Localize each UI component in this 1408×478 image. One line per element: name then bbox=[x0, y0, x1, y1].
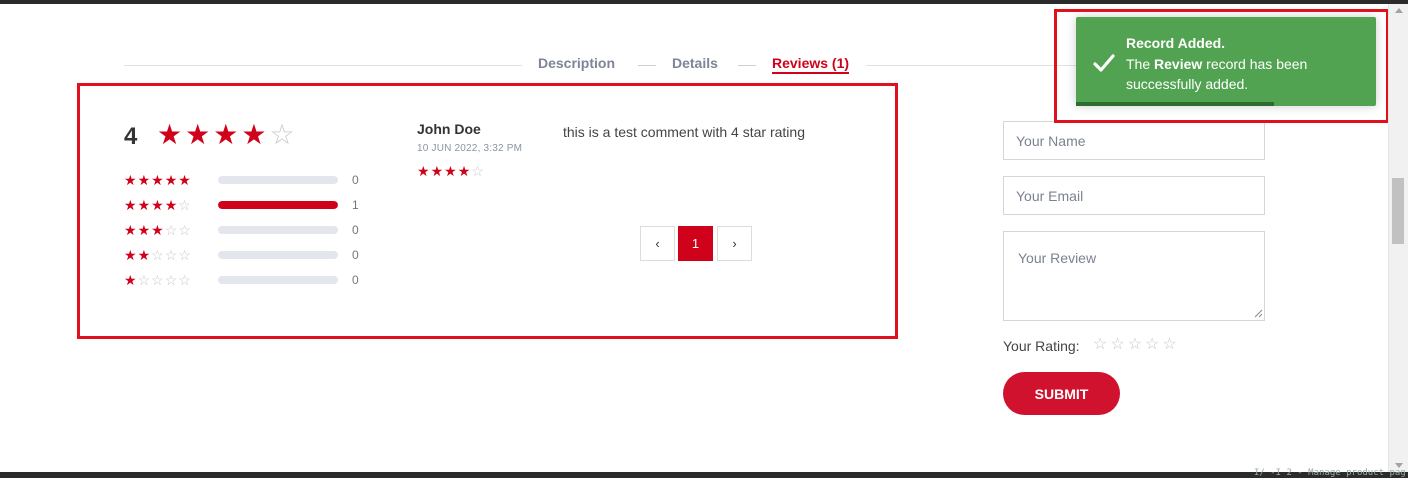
chevron-left-icon: ‹ bbox=[655, 236, 660, 251]
star-empty-icon: ☆ bbox=[178, 222, 191, 238]
average-rating: 4 bbox=[124, 123, 138, 150]
star-empty-icon: ☆ bbox=[164, 247, 178, 263]
rating-row-count: 0 bbox=[352, 273, 359, 287]
star-empty-icon: ☆ bbox=[178, 247, 191, 263]
tab-separator bbox=[738, 65, 756, 66]
review-textarea[interactable] bbox=[1003, 231, 1265, 321]
review-date: 10 JUN 2022, 3:32 PM bbox=[417, 143, 523, 154]
rating-row-bar bbox=[218, 251, 338, 259]
star-filled-icon: ★ bbox=[124, 172, 137, 188]
star-filled-icon: ★ bbox=[164, 197, 178, 213]
star-filled-icon: ★ bbox=[241, 119, 267, 150]
star-empty-icon: ☆ bbox=[137, 272, 151, 288]
chevron-right-icon: › bbox=[732, 236, 737, 251]
star-empty-icon: ☆ bbox=[269, 119, 295, 150]
review-comment: this is a test comment with 4 star ratin… bbox=[563, 124, 805, 140]
star-filled-icon: ★ bbox=[124, 247, 137, 263]
submit-button[interactable]: SUBMIT bbox=[1003, 372, 1120, 415]
tab-reviews[interactable]: Reviews (1) bbox=[772, 55, 850, 74]
toast-highlight-box bbox=[1054, 9, 1389, 123]
rating-row-count: 1 bbox=[352, 198, 359, 212]
star-filled-icon: ★ bbox=[137, 247, 151, 263]
tab-separator bbox=[638, 65, 656, 66]
rating-row-4-star: ★ ★ ★ ★ ☆ 1 bbox=[124, 197, 359, 213]
star-filled-icon: ★ bbox=[178, 172, 191, 188]
star-filled-icon: ★ bbox=[137, 222, 151, 238]
star-empty-icon[interactable]: ☆ bbox=[1128, 337, 1142, 353]
vertical-scrollbar[interactable] bbox=[1388, 4, 1408, 472]
rating-row-bar-fill bbox=[218, 201, 338, 209]
star-empty-icon: ☆ bbox=[471, 163, 484, 179]
pagination-next-button[interactable]: › bbox=[717, 226, 752, 261]
rating-row-count: 0 bbox=[352, 173, 359, 187]
tab-divider-line-left bbox=[124, 65, 522, 66]
rating-row-2-star: ★ ★ ☆ ☆ ☆ 0 bbox=[124, 247, 359, 263]
star-filled-icon: ★ bbox=[430, 163, 444, 179]
star-filled-icon: ★ bbox=[417, 163, 430, 179]
star-empty-icon[interactable]: ☆ bbox=[1145, 337, 1159, 353]
pagination-page-1[interactable]: 1 bbox=[678, 226, 713, 261]
tab-details[interactable]: Details bbox=[672, 55, 718, 71]
star-empty-icon: ☆ bbox=[164, 272, 178, 288]
tab-description[interactable]: Description bbox=[538, 55, 615, 71]
star-filled-icon: ★ bbox=[151, 222, 164, 238]
star-empty-icon: ☆ bbox=[178, 197, 191, 213]
taskbar-strip bbox=[0, 472, 1408, 478]
rating-row-stars: ★ ★ ★ ★ ☆ bbox=[124, 198, 218, 212]
scrollbar-thumb[interactable] bbox=[1392, 178, 1404, 244]
rating-row-stars: ★ ★ ★ ☆ ☆ bbox=[124, 223, 218, 237]
rating-row-bar bbox=[218, 226, 338, 234]
star-filled-icon: ★ bbox=[137, 197, 151, 213]
star-filled-icon: ★ bbox=[151, 172, 164, 188]
star-filled-icon: ★ bbox=[137, 172, 151, 188]
resize-grip-icon[interactable] bbox=[1254, 309, 1263, 318]
rating-row-count: 0 bbox=[352, 248, 359, 262]
star-filled-icon: ★ bbox=[151, 197, 164, 213]
rating-row-3-star: ★ ★ ★ ☆ ☆ 0 bbox=[124, 222, 359, 238]
star-filled-icon: ★ bbox=[457, 163, 471, 179]
rating-row-stars: ★ ★ ☆ ☆ ☆ bbox=[124, 248, 218, 262]
rating-input-stars[interactable]: ☆ ☆ ☆ ☆ ☆ bbox=[1093, 337, 1180, 353]
star-empty-icon[interactable]: ☆ bbox=[1110, 337, 1124, 353]
rating-row-count: 0 bbox=[352, 223, 359, 237]
tab-divider-line-right bbox=[866, 65, 1076, 66]
review-rating-stars: ★ ★ ★ ★ ☆ bbox=[417, 164, 485, 178]
name-input[interactable] bbox=[1003, 121, 1265, 160]
rating-row-stars: ★ ☆ ☆ ☆ ☆ bbox=[124, 273, 218, 287]
star-filled-icon: ★ bbox=[124, 197, 137, 213]
star-empty-icon[interactable]: ☆ bbox=[1162, 337, 1176, 353]
star-filled-icon: ★ bbox=[124, 222, 137, 238]
star-empty-icon: ☆ bbox=[151, 247, 164, 263]
rating-row-bar bbox=[218, 201, 338, 209]
star-filled-icon: ★ bbox=[444, 163, 457, 179]
taskbar-text: I/ -I 2 - Manage product pag bbox=[1254, 468, 1406, 478]
scroll-up-arrow-icon[interactable] bbox=[1395, 8, 1403, 13]
average-rating-stars: ★ ★ ★ ★ ☆ bbox=[157, 121, 298, 149]
rating-row-bar bbox=[218, 176, 338, 184]
star-empty-icon[interactable]: ☆ bbox=[1093, 337, 1107, 353]
star-filled-icon: ★ bbox=[185, 119, 211, 150]
email-input[interactable] bbox=[1003, 176, 1265, 215]
pagination-prev-button[interactable]: ‹ bbox=[640, 226, 675, 261]
rating-label: Your Rating: bbox=[1003, 338, 1080, 354]
star-filled-icon: ★ bbox=[164, 172, 178, 188]
star-empty-icon: ☆ bbox=[151, 272, 164, 288]
window-top-border bbox=[0, 0, 1408, 4]
star-empty-icon: ☆ bbox=[164, 222, 178, 238]
star-filled-icon: ★ bbox=[124, 272, 137, 288]
rating-row-bar bbox=[218, 276, 338, 284]
star-empty-icon: ☆ bbox=[178, 272, 191, 288]
rating-row-stars: ★ ★ ★ ★ ★ bbox=[124, 173, 218, 187]
review-author: John Doe bbox=[417, 121, 481, 137]
rating-row-5-star: ★ ★ ★ ★ ★ 0 bbox=[124, 172, 359, 188]
rating-row-1-star: ★ ☆ ☆ ☆ ☆ 0 bbox=[124, 272, 359, 288]
star-filled-icon: ★ bbox=[213, 119, 239, 150]
star-filled-icon: ★ bbox=[157, 119, 183, 150]
